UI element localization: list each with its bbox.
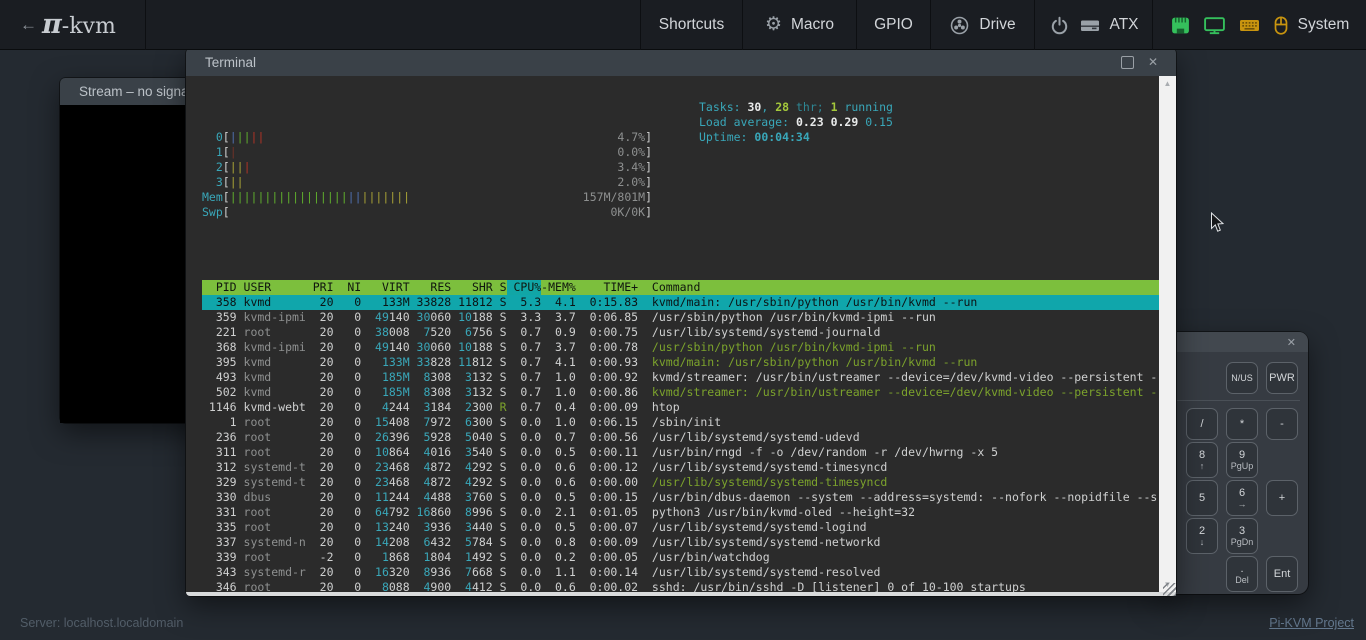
cpu-mem-meter: Swp[0K/0K] (202, 205, 1159, 220)
numpad-key-multiply[interactable]: * (1226, 408, 1258, 440)
drive-label: Drive (979, 16, 1015, 34)
numpad-key-6[interactable]: 6→ (1226, 480, 1258, 516)
maximize-icon (1121, 56, 1134, 69)
nav-item-drive[interactable]: Drive (930, 0, 1034, 50)
htop-info-line: Load average: 0.23 0.29 0.15 (699, 115, 893, 130)
logo-text: -kvm (62, 14, 116, 40)
process-row[interactable]: 312systemd-t2002346848724292S0.00.60:00.… (202, 460, 1159, 475)
nav-item-gpio[interactable]: GPIO (856, 0, 930, 50)
process-row[interactable]: 337systemd-n2001420864325784S0.00.80:00.… (202, 535, 1159, 550)
power-icon (1049, 15, 1070, 36)
numpad-key-nus[interactable]: N/US (1226, 362, 1258, 394)
process-row[interactable]: 329systemd-t2002346848724292S0.00.60:00.… (202, 475, 1159, 490)
terminal-body[interactable]: 0[|||||4.7%]1[|0.0%]2[|||3.4%]3[||2.0%]M… (186, 76, 1176, 592)
numpad-window-titlebar[interactable]: ✕ (1158, 332, 1308, 352)
back-arrow-icon[interactable]: ← (20, 0, 37, 50)
gear-icon: ⚙ (765, 15, 782, 35)
monitor-status-icon (1203, 15, 1226, 36)
process-row[interactable]: 335root2001324039363440S0.00.50:00.07/us… (202, 520, 1159, 535)
process-row[interactable]: 368kvmd-ipmi200491403006010188S0.73.70:0… (202, 340, 1159, 355)
close-icon[interactable]: ✕ (1287, 336, 1296, 349)
htop-process-table: PIDUSERPRINIVIRTRESSHRSCPU%-MEM%TIME+Com… (202, 280, 1159, 592)
process-row[interactable]: 236root2002639659285040S0.00.70:00.56/us… (202, 430, 1159, 445)
numpad-key-3[interactable]: 3PgDn (1226, 518, 1258, 554)
terminal-window: Terminal ✕ 0[|||||4.7%]1[|0.0%]2[|||3.4%… (186, 48, 1176, 596)
atx-label: ATX (1110, 16, 1139, 34)
numpad-key-plus[interactable]: + (1266, 480, 1298, 516)
mouse-status-icon (1273, 15, 1289, 36)
disc-icon (949, 15, 970, 36)
htop-output: 0[|||||4.7%]1[|0.0%]2[|||3.4%]3[||2.0%]M… (186, 76, 1159, 592)
terminal-bottom-edge (186, 592, 1176, 596)
process-row[interactable]: 358kvmd200133M3382811812S5.34.10:15.83kv… (202, 295, 1159, 310)
resize-handle[interactable] (1163, 583, 1176, 596)
numpad-key-9[interactable]: 9PgUp (1226, 442, 1258, 478)
process-row[interactable]: 1root2001540879726300S0.01.00:06.15/sbin… (202, 415, 1159, 430)
nav-item-macro[interactable]: ⚙ Macro (742, 0, 856, 50)
numpad-key-subtract[interactable]: - (1266, 408, 1298, 440)
process-row[interactable]: 330dbus2001124444883760S0.00.50:00.15/us… (202, 490, 1159, 505)
htop-info-line: Uptime: 00:04:34 (699, 130, 893, 145)
process-row[interactable]: 346root200808849004412S0.00.60:00.02sshd… (202, 580, 1159, 592)
process-row[interactable]: 339root-20186818041492S0.00.20:00.05/usr… (202, 550, 1159, 565)
terminal-titlebar[interactable]: Terminal ✕ (186, 48, 1176, 76)
process-row[interactable]: 502kvmd200185M83083132S0.71.00:00.86kvmd… (202, 385, 1159, 400)
process-row[interactable]: 343systemd-r2001632089367668S0.01.10:00.… (202, 565, 1159, 580)
htop-info-line: Tasks: 30, 28 thr; 1 running (699, 100, 893, 115)
terminal-scrollbar[interactable]: ▲ ▼ (1159, 76, 1176, 592)
keyboard-status-icon (1238, 15, 1261, 35)
mouse-cursor (1210, 212, 1225, 239)
top-navbar: ← π-kvm Shortcuts ⚙ Macro GPIO (0, 0, 1366, 50)
server-hostname-label: Server: localhost.localdomain (20, 616, 183, 630)
numpad-key-2[interactable]: 2↓ (1186, 518, 1218, 554)
process-row[interactable]: 493kvmd200185M83083132S0.71.00:00.92kvmd… (202, 370, 1159, 385)
process-row[interactable]: 331root20064792168608996S0.02.10:01.05py… (202, 505, 1159, 520)
cpu-mem-meter: Mem[||||||||||||||||||||||||||157M/801M] (202, 190, 1159, 205)
cpu-mem-meter: 1[|0.0%] (202, 145, 1159, 160)
numpad-key-del[interactable]: .Del (1226, 556, 1258, 592)
cpu-mem-meter: 2[|||3.4%] (202, 160, 1159, 175)
ethernet-status-icon (1170, 15, 1191, 36)
numpad-divider (1166, 400, 1300, 401)
numpad-key-8[interactable]: 8↑ (1186, 442, 1218, 478)
nav-item-system[interactable]: System (1152, 0, 1366, 50)
process-row[interactable]: 359kvmd-ipmi200491403006010188S3.33.70:0… (202, 310, 1159, 325)
macro-label: Macro (791, 16, 834, 34)
process-row[interactable]: 1146kvmd-webt200424431842300R0.70.40:00.… (202, 400, 1159, 415)
numpad-window: ✕ N/USPWR /*- 8↑9PgUp56→+2↓3PgDn.DelEnt (1158, 332, 1308, 594)
status-indicators (1170, 15, 1289, 36)
cpu-mem-meter: 0[|||||4.7%] (202, 130, 1159, 145)
drive-box-icon (1079, 15, 1101, 35)
numpad-key-pwr[interactable]: PWR (1266, 362, 1298, 394)
htop-info-block: Tasks: 30, 28 thr; 1 runningLoad average… (699, 100, 893, 145)
numpad-key-5[interactable]: 5 (1186, 480, 1218, 516)
pikvm-project-link[interactable]: Pi-KVM Project (1269, 616, 1354, 630)
numpad-key-divide[interactable]: / (1186, 408, 1218, 440)
process-table-header[interactable]: PIDUSERPRINIVIRTRESSHRSCPU%-MEM%TIME+Com… (202, 280, 1159, 295)
stream-window-title: Stream – no signal (79, 84, 192, 99)
shortcuts-label: Shortcuts (659, 16, 724, 34)
numpad-key-ent[interactable]: Ent (1266, 556, 1298, 592)
terminal-title: Terminal (205, 55, 256, 70)
nav-item-shortcuts[interactable]: Shortcuts (640, 0, 742, 50)
process-row[interactable]: 395kvmd200133M3382811812S0.74.10:00.93kv… (202, 355, 1159, 370)
nav-item-atx[interactable]: ATX (1034, 0, 1152, 50)
process-row[interactable]: 311root2001086440163540S0.00.50:00.11/us… (202, 445, 1159, 460)
htop-meters: 0[|||||4.7%]1[|0.0%]2[|||3.4%]3[||2.0%]M… (202, 130, 1159, 220)
scroll-up-icon[interactable]: ▲ (1164, 79, 1172, 88)
nav-separator (145, 0, 146, 50)
system-label: System (1298, 16, 1350, 34)
logo-pi-glyph: π (42, 12, 62, 38)
gpio-label: GPIO (874, 16, 913, 34)
pikvm-logo[interactable]: π-kvm (42, 0, 116, 50)
process-row[interactable]: 221root2003800875206756S0.70.90:00.75/us… (202, 325, 1159, 340)
cpu-mem-meter: 3[||2.0%] (202, 175, 1159, 190)
pikvm-page: ← π-kvm Shortcuts ⚙ Macro GPIO (0, 0, 1366, 640)
maximize-button[interactable] (1114, 48, 1140, 76)
close-button[interactable]: ✕ (1140, 48, 1166, 76)
